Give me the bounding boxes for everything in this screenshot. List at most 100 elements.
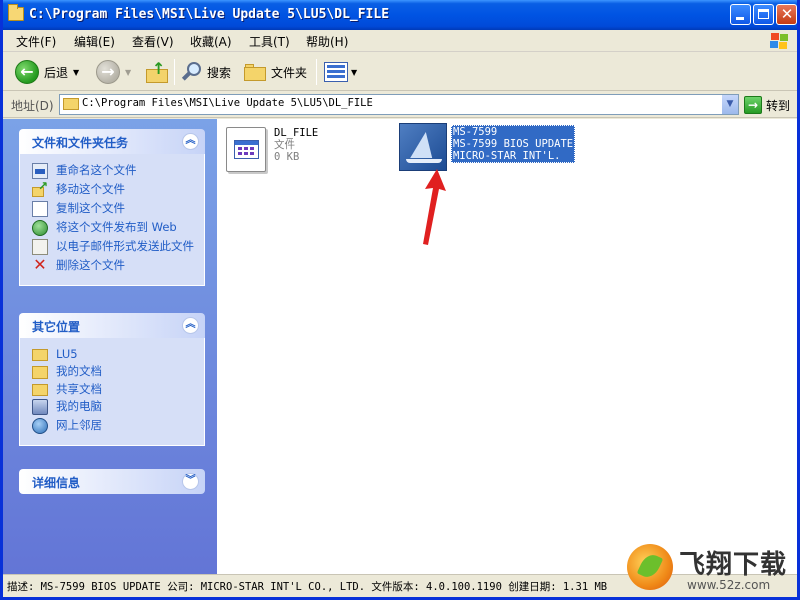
go-arrow-icon: → (744, 96, 762, 114)
task-rename[interactable]: 重命名这个文件 (32, 163, 194, 179)
place-label: LU5 (56, 347, 78, 361)
details-header[interactable]: 详细信息 ︾ (19, 469, 205, 494)
forward-dropdown-icon[interactable]: ▼ (125, 68, 131, 77)
back-button[interactable]: ← 后退 ▼ (15, 59, 79, 85)
task-email[interactable]: 以电子邮件形式发送此文件 (32, 239, 194, 255)
file-company: MICRO-STAR INT'L. (453, 150, 561, 162)
folders-label: 文件夹 (271, 65, 308, 80)
file-name: MS-7599 (453, 126, 498, 138)
details-panel: 详细信息 ︾ (19, 469, 205, 494)
file-list-area[interactable]: DL_FILE 文件 0 KB MS-7599 MS-7599 BIOS UPD… (217, 119, 797, 574)
menu-view[interactable]: 查看(V) (132, 33, 174, 50)
file-type: 文件 (274, 139, 295, 151)
menu-tools[interactable]: 工具(T) (249, 33, 290, 50)
minimize-button[interactable] (730, 4, 751, 25)
other-places-header[interactable]: 其它位置 ︽ (19, 313, 205, 338)
details-title: 详细信息 (32, 476, 81, 490)
expand-icon[interactable]: ︾ (182, 473, 199, 490)
folders-button[interactable]: 文件夹 (244, 59, 307, 85)
menu-file[interactable]: 文件(F) (16, 33, 56, 50)
task-delete[interactable]: ✕ 删除这个文件 (32, 255, 194, 274)
msi-sailboat-icon[interactable] (399, 123, 447, 171)
email-icon (32, 239, 48, 255)
explorer-window: C:\Program Files\MSI\Live Update 5\LU5\D… (0, 0, 800, 600)
task-label: 删除这个文件 (56, 258, 125, 272)
collapse-icon[interactable]: ︽ (182, 317, 199, 334)
task-label: 复制这个文件 (56, 201, 125, 215)
generic-file-icon[interactable] (226, 127, 266, 172)
up-folder-icon: ↑ (146, 59, 168, 84)
web-publish-icon (32, 220, 48, 236)
address-dropdown-icon[interactable]: ▼ (721, 95, 738, 114)
close-button[interactable]: ✕ (776, 4, 797, 25)
address-input[interactable]: C:\Program Files\MSI\Live Update 5\LU5\D… (59, 94, 739, 115)
site-logo-icon (627, 544, 673, 590)
address-label: 地址(D) (11, 99, 54, 113)
other-places-title: 其它位置 (32, 320, 81, 334)
folders-icon (244, 63, 266, 81)
place-label: 我的电脑 (56, 399, 102, 413)
menu-edit[interactable]: 编辑(E) (74, 33, 115, 50)
watermark-name: 飞翔下载 (679, 550, 788, 580)
toolbar-separator (316, 59, 317, 85)
back-label: 后退 (44, 65, 69, 80)
menu-favorites[interactable]: 收藏(A) (190, 33, 232, 50)
delete-icon: ✕ (33, 255, 47, 274)
file-tasks-body: 重命名这个文件 ↗ 移动这个文件 复制这个文件 将这个文件发布到 Web 以电子… (19, 154, 205, 286)
place-shared-documents[interactable]: 共享文档 (32, 382, 194, 396)
place-my-computer[interactable]: 我的电脑 (32, 399, 194, 415)
watermark-url: www.52z.com (687, 578, 771, 592)
go-button[interactable]: → 转到 (744, 95, 790, 115)
network-places-icon (32, 418, 48, 434)
task-copy[interactable]: 复制这个文件 (32, 201, 194, 217)
task-label: 重命名这个文件 (56, 163, 137, 177)
search-button[interactable]: 搜索 (181, 59, 231, 85)
back-dropdown-icon[interactable]: ▼ (73, 68, 79, 77)
task-label: 以电子邮件形式发送此文件 (56, 239, 194, 253)
file-tasks-panel: 文件和文件夹任务 ︽ 重命名这个文件 ↗ 移动这个文件 复制这个文件 将这个文件… (19, 129, 205, 286)
views-dropdown-icon: ▼ (351, 67, 358, 77)
place-label: 共享文档 (56, 382, 102, 396)
close-icon: ✕ (780, 5, 794, 23)
folder-icon (8, 4, 24, 21)
annotation-arrow (423, 169, 446, 245)
views-button[interactable]: ▼ (324, 59, 357, 85)
forward-button[interactable]: → ▼ (96, 59, 131, 85)
search-label: 搜索 (207, 65, 232, 80)
place-my-documents[interactable]: 我的文档 (32, 364, 194, 379)
title-bar[interactable]: C:\Program Files\MSI\Live Update 5\LU5\D… (3, 0, 797, 30)
rename-icon (32, 163, 48, 179)
toolbar: ← 后退 ▼ → ▼ ↑ 搜索 文件夹 ▼ (3, 53, 797, 91)
place-label: 我的文档 (56, 364, 102, 378)
menu-help[interactable]: 帮助(H) (306, 33, 348, 50)
task-pane: 文件和文件夹任务 ︽ 重命名这个文件 ↗ 移动这个文件 复制这个文件 将这个文件… (3, 119, 217, 574)
task-publish-web[interactable]: 将这个文件发布到 Web (32, 220, 194, 236)
place-network[interactable]: 网上邻居 (32, 418, 194, 434)
menu-bar: 文件(F) 编辑(E) 查看(V) 收藏(A) 工具(T) 帮助(H) (3, 30, 797, 52)
task-label: 将这个文件发布到 Web (56, 220, 177, 234)
collapse-icon[interactable]: ︽ (182, 133, 199, 150)
other-places-body: LU5 我的文档 共享文档 我的电脑 网上邻居 (19, 338, 205, 446)
file-item-ms-7599[interactable]: MS-7599 MS-7599 BIOS UPDATE MICRO-STAR I… (451, 125, 576, 163)
file-item-dl-file[interactable]: DL_FILE 文件 0 KB (274, 127, 318, 163)
shared-folder-icon (32, 384, 48, 396)
up-folder-button[interactable]: ↑ (146, 59, 168, 85)
forward-arrow-icon: → (96, 60, 120, 84)
minimize-icon (736, 17, 744, 20)
place-label: 网上邻居 (56, 418, 102, 432)
my-computer-icon (32, 399, 48, 415)
file-tasks-header[interactable]: 文件和文件夹任务 ︽ (19, 129, 205, 154)
place-lu5[interactable]: LU5 (32, 347, 194, 361)
back-arrow-icon: ← (15, 60, 39, 84)
window-title: C:\Program Files\MSI\Live Update 5\LU5\D… (29, 7, 390, 22)
folder-icon (32, 349, 48, 361)
task-move[interactable]: ↗ 移动这个文件 (32, 180, 194, 198)
maximize-icon (758, 9, 769, 19)
file-size: 0 KB (274, 151, 300, 163)
maximize-button[interactable] (753, 4, 774, 25)
copy-icon (32, 201, 48, 217)
folder-icon (63, 98, 79, 110)
toolbar-separator (174, 59, 175, 85)
go-label: 转到 (766, 98, 791, 113)
views-icon (324, 62, 348, 82)
